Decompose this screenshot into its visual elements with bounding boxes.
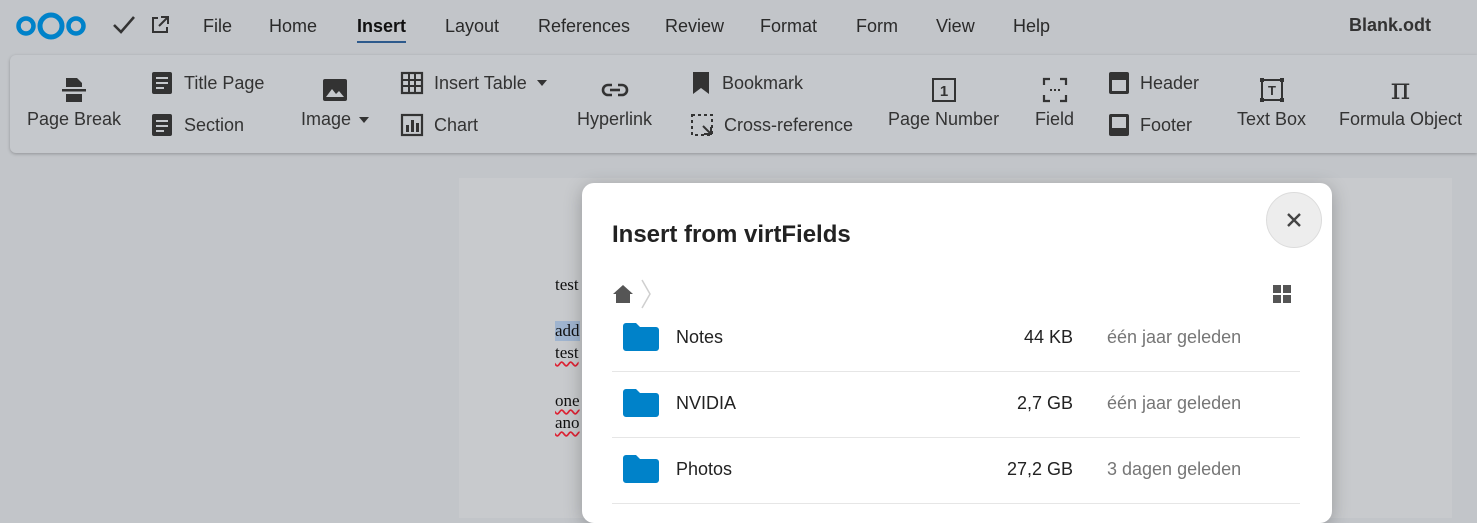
file-name: Photos (676, 459, 733, 479)
cross-reference-label: Cross-reference (724, 114, 854, 135)
bookmark-button[interactable]: Bookmark (690, 71, 803, 95)
pi-icon: π (1339, 75, 1462, 105)
page-number-button[interactable]: 1 Page Number (888, 75, 999, 130)
dialog-title: Insert from virtFields (612, 221, 851, 248)
text-box-button[interactable]: T Text Box (1237, 75, 1306, 130)
field-label: Field (1035, 109, 1075, 129)
formula-glyph: π (1390, 72, 1411, 107)
menu-file[interactable]: File (203, 16, 232, 37)
title-page-icon (150, 71, 174, 95)
document-line: add (555, 321, 580, 341)
footer-label: Footer (1140, 114, 1193, 135)
text-box-label: Text Box (1237, 109, 1307, 129)
chart-icon (400, 113, 424, 137)
document-line: ano (555, 413, 580, 432)
footer-icon (1108, 113, 1130, 137)
page-break-icon (27, 75, 121, 105)
file-size: 44 KB (1023, 327, 1073, 347)
page-number-icon: 1 (888, 75, 999, 105)
menu-review[interactable]: Review (665, 16, 724, 37)
menu-form[interactable]: Form (856, 16, 898, 37)
menu-home[interactable]: Home (269, 16, 317, 37)
cross-reference-button[interactable]: Cross-reference (690, 113, 853, 137)
folder-icon (623, 389, 659, 422)
file-name: Notes (676, 327, 724, 347)
file-modified: één jaar geleden (1107, 327, 1242, 347)
table-icon (400, 71, 424, 95)
cross-reference-icon (690, 113, 714, 137)
header-button[interactable]: Header (1108, 71, 1199, 95)
section-button[interactable]: Section (150, 113, 244, 137)
image-dropdown-icon[interactable] (359, 117, 370, 124)
menu-view[interactable]: View (936, 16, 975, 37)
document-line: test (555, 343, 579, 362)
field-button[interactable]: Field (1035, 75, 1074, 130)
text-box-glyph: T (1268, 83, 1276, 98)
close-icon (1287, 213, 1301, 227)
page-break-button[interactable]: Page Break (27, 75, 121, 130)
file-row-photos[interactable]: Photos 27,2 GB 3 dagen geleden (612, 437, 1300, 504)
file-row-nvidia[interactable]: NVIDIA 2,7 GB één jaar geleden (612, 371, 1300, 438)
file-size: 27,2 GB (1006, 459, 1073, 479)
nextcloud-logo-icon[interactable] (14, 10, 88, 47)
file-row-notes[interactable]: Notes 44 KB één jaar geleden (612, 305, 1300, 372)
image-icon (301, 75, 369, 105)
folder-icon (623, 323, 659, 356)
file-modified: 3 dagen geleden (1107, 459, 1242, 479)
insert-table-button[interactable]: Insert Table (400, 71, 547, 95)
open-external-icon[interactable] (150, 15, 170, 40)
close-button[interactable] (1266, 192, 1322, 248)
file-name: NVIDIA (676, 393, 737, 413)
file-picker-dialog: Insert from virtFields Notes 44 KB één j… (582, 183, 1332, 523)
insert-table-dropdown-icon[interactable] (536, 80, 547, 86)
section-icon (150, 113, 174, 137)
document-line: test (555, 275, 579, 294)
menu-bar: File Home Insert Layout References Revie… (0, 0, 1477, 52)
bookmark-label: Bookmark (722, 72, 804, 93)
image-label: Image (301, 109, 352, 129)
bookmark-icon (690, 71, 712, 95)
document-line: one (555, 391, 580, 410)
folder-icon (623, 455, 659, 488)
insert-ribbon: Page Break Title Page Section Image Inse… (10, 55, 1477, 153)
menu-references[interactable]: References (538, 16, 630, 37)
field-icon (1035, 75, 1074, 105)
page-break-label: Page Break (27, 109, 122, 129)
formula-object-button[interactable]: π Formula Object (1339, 75, 1462, 130)
formula-object-label: Formula Object (1339, 109, 1463, 129)
file-size: 2,7 GB (1016, 393, 1073, 413)
insert-table-label: Insert Table (434, 72, 527, 93)
link-icon (577, 75, 652, 105)
document-title: Blank.odt (1348, 15, 1431, 35)
menu-insert[interactable]: Insert (357, 16, 407, 43)
menu-format[interactable]: Format (760, 16, 817, 37)
menu-help[interactable]: Help (1013, 16, 1050, 37)
header-icon (1108, 71, 1130, 95)
image-button[interactable]: Image (301, 75, 370, 130)
chart-label: Chart (434, 114, 479, 135)
checkmark-icon[interactable] (112, 14, 136, 41)
menu-layout[interactable]: Layout (445, 16, 499, 37)
text-box-icon: T (1237, 75, 1306, 105)
title-page-button[interactable]: Title Page (150, 71, 264, 95)
page-number-glyph: 1 (939, 83, 947, 100)
file-modified: één jaar geleden (1107, 393, 1242, 413)
header-label: Header (1140, 72, 1200, 93)
section-label: Section (184, 114, 245, 135)
hyperlink-button[interactable]: Hyperlink (577, 75, 652, 130)
title-page-label: Title Page (184, 72, 265, 93)
page-number-label: Page Number (888, 109, 1000, 129)
hyperlink-label: Hyperlink (577, 109, 653, 129)
footer-button[interactable]: Footer (1108, 113, 1192, 137)
chart-button[interactable]: Chart (400, 113, 478, 137)
